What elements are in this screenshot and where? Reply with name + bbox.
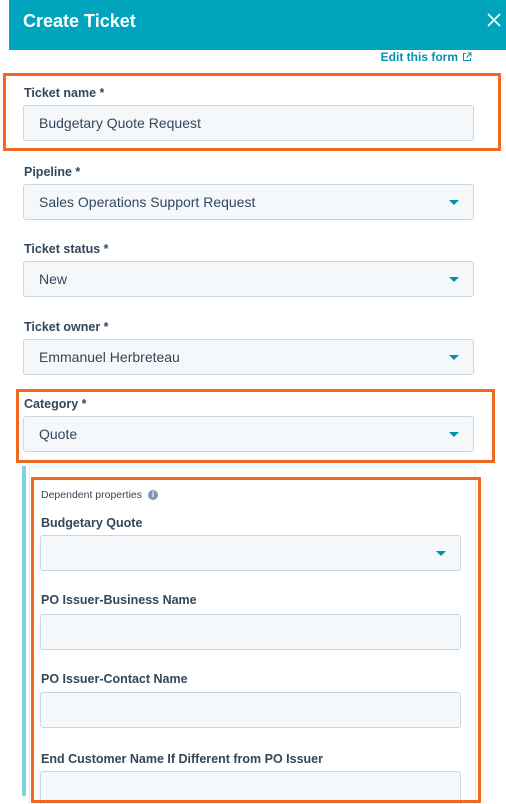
ticket-owner-value: Emmanuel Herbreteau bbox=[39, 349, 180, 365]
ticket-status-value: New bbox=[39, 271, 68, 287]
ticket-name-input[interactable]: Budgetary Quote Request bbox=[23, 105, 474, 141]
ticket-name-value: Budgetary Quote Request bbox=[39, 115, 201, 131]
dependent-properties-header: Dependent properties i bbox=[41, 489, 158, 501]
end-customer-name-label: End Customer Name If Different from PO I… bbox=[41, 752, 324, 766]
ticket-status-select[interactable]: New bbox=[23, 261, 474, 297]
category-value: Quote bbox=[39, 426, 78, 442]
ticket-owner-select[interactable]: Emmanuel Herbreteau bbox=[23, 339, 474, 375]
ticket-name-label: Ticket name * bbox=[24, 86, 105, 100]
chevron-down-icon bbox=[449, 355, 459, 360]
edit-form-label: Edit this form bbox=[380, 50, 458, 64]
dependent-properties-title: Dependent properties bbox=[41, 489, 142, 501]
close-icon[interactable] bbox=[484, 10, 504, 30]
info-icon[interactable]: i bbox=[148, 490, 158, 500]
ticket-owner-label: Ticket owner * bbox=[24, 320, 109, 334]
pipeline-value: Sales Operations Support Request bbox=[39, 194, 256, 210]
po-issuer-contact-name-input[interactable] bbox=[40, 692, 461, 728]
budgetary-quote-select[interactable] bbox=[40, 535, 461, 571]
dependent-properties-bar bbox=[22, 466, 26, 796]
end-customer-name-input[interactable] bbox=[40, 771, 461, 804]
chevron-down-icon bbox=[436, 551, 446, 556]
external-link-icon bbox=[463, 52, 472, 61]
chevron-down-icon bbox=[449, 200, 459, 205]
panel-header: Create Ticket bbox=[9, 0, 506, 50]
chevron-down-icon bbox=[449, 432, 459, 437]
budgetary-quote-label: Budgetary Quote bbox=[41, 516, 143, 530]
pipeline-label: Pipeline * bbox=[24, 165, 81, 179]
category-label: Category * bbox=[24, 397, 87, 411]
po-issuer-contact-name-label: PO Issuer-Contact Name bbox=[41, 672, 188, 686]
edit-form-link[interactable]: Edit this form bbox=[381, 50, 472, 64]
panel-title: Create Ticket bbox=[23, 11, 136, 31]
ticket-status-label: Ticket status * bbox=[24, 242, 109, 256]
chevron-down-icon bbox=[449, 277, 459, 282]
po-issuer-business-name-label: PO Issuer-Business Name bbox=[41, 593, 197, 607]
po-issuer-business-name-input[interactable] bbox=[40, 614, 461, 650]
category-select[interactable]: Quote bbox=[23, 416, 474, 452]
pipeline-select[interactable]: Sales Operations Support Request bbox=[23, 184, 474, 220]
